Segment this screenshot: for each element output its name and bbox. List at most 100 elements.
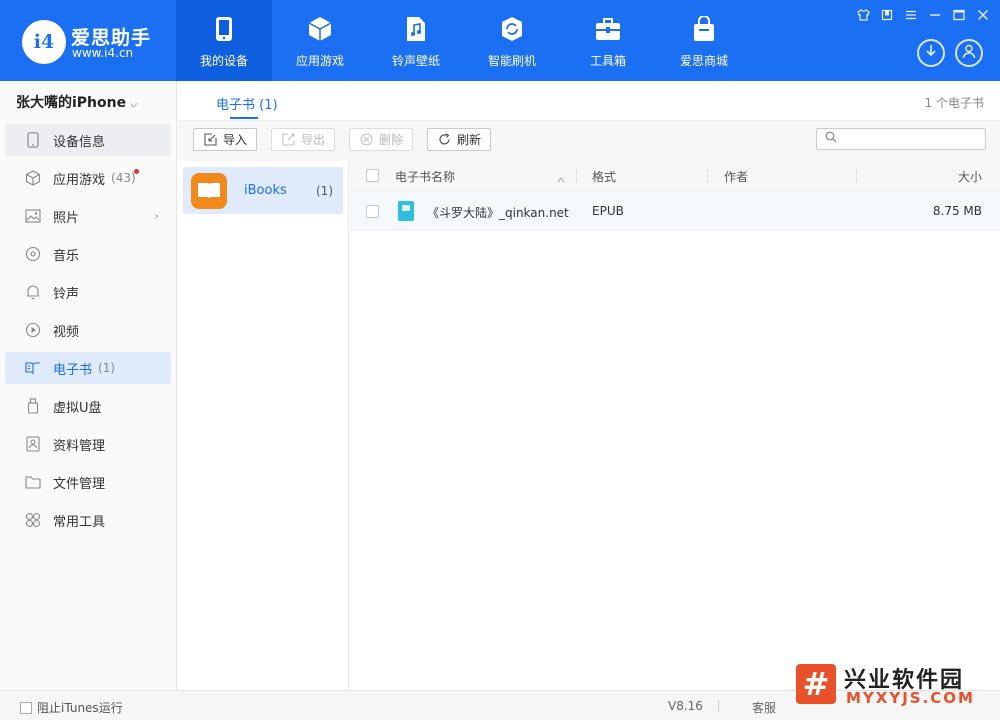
maximize-icon[interactable] [952, 8, 966, 22]
row-checkbox[interactable] [366, 205, 379, 218]
window-controls [856, 8, 990, 22]
sidebar: 张大嘴的iPhone ⌵ 设备信息 应用游戏 (43) 照片 › 音乐 铃声 视频 [0, 81, 177, 690]
phone-outline-icon [25, 132, 41, 148]
device-selector[interactable]: 张大嘴的iPhone ⌵ [16, 92, 138, 112]
cell-name: 《斗罗大陆》_qinkan.net [427, 206, 569, 220]
nav-label: 工具箱 [589, 54, 626, 68]
sidebar-item-label: 资料管理 [53, 438, 106, 454]
search-box[interactable] [816, 128, 986, 150]
nav-toolbox[interactable]: 工具箱 [560, 0, 656, 81]
sidebar-item-photos[interactable]: 照片 › [5, 200, 171, 232]
i4-logo: i4 [22, 20, 66, 64]
content-tabs: 电子书 (1) 1 个电子书 [178, 81, 1000, 121]
delete-button[interactable]: 删除 [349, 128, 414, 151]
sidebar-item-ebooks[interactable]: 电子书 (1) [5, 352, 171, 384]
shirt-icon[interactable] [856, 8, 870, 22]
column-header-name[interactable]: 电子书名称 [395, 168, 455, 185]
notification-dot [134, 169, 139, 174]
search-icon [825, 131, 837, 147]
nav-ringtones-wallpapers[interactable]: 铃声壁纸 [368, 0, 464, 81]
toolbox-icon [595, 16, 621, 42]
sidebar-item-ringtones[interactable]: 铃声 [5, 276, 171, 308]
nav-label: 智能刷机 [487, 54, 536, 68]
customer-service-link[interactable]: 客服 [752, 699, 776, 716]
refresh-button[interactable]: 刷新 [427, 128, 492, 151]
menu-icon[interactable] [904, 8, 918, 22]
sidebar-item-common-tools[interactable]: 常用工具 [5, 504, 171, 536]
nav-apps-games[interactable]: 应用游戏 [272, 0, 368, 81]
close-icon[interactable] [976, 8, 990, 22]
category-panel: iBooks (1) [178, 161, 349, 690]
delete-icon [359, 133, 373, 147]
nav-label: 铃声壁纸 [391, 54, 440, 68]
ebook-file-icon [398, 201, 414, 221]
sidebar-item-label: 视频 [53, 324, 80, 340]
sidebar-item-videos[interactable]: 视频 [5, 314, 171, 346]
category-item-ibooks[interactable]: iBooks (1) [183, 167, 343, 214]
ibooks-icon [191, 172, 227, 209]
cell-format: EPUB [592, 204, 624, 218]
ebook-count-label: 1 个电子书 [924, 96, 984, 110]
account-button[interactable] [955, 39, 983, 67]
usb-icon [25, 398, 41, 414]
nav-label: 我的设备 [199, 54, 248, 68]
sidebar-item-label: 常用工具 [53, 514, 106, 530]
watermark-en-text: MYXYJS.COM [846, 689, 975, 707]
select-all-checkbox[interactable] [366, 169, 379, 182]
download-icon [924, 44, 938, 62]
column-separator [707, 169, 708, 183]
sidebar-item-label: 电子书 [53, 362, 93, 378]
cell-size: 8.75 MB [932, 204, 982, 218]
column-header-author[interactable]: 作者 [724, 168, 748, 185]
search-input[interactable] [843, 132, 983, 146]
column-separator [856, 169, 857, 183]
download-button[interactable] [917, 39, 945, 67]
category-label: iBooks [244, 183, 287, 198]
sidebar-item-apps-games[interactable]: 应用游戏 (43) [5, 162, 171, 194]
phone-icon [211, 16, 237, 42]
play-circle-icon [25, 322, 41, 338]
site-watermark: # 兴业软件园 MYXYJS.COM [796, 662, 994, 708]
image-icon [25, 208, 41, 224]
grid-icon [25, 512, 41, 528]
sidebar-item-music[interactable]: 音乐 [5, 238, 171, 270]
table-row[interactable]: 《斗罗大陆》_qinkan.net EPUB 8.75 MB [350, 191, 1000, 231]
version-label: V8.16 [668, 699, 703, 713]
refresh-label: 刷新 [457, 133, 482, 147]
minimize-icon[interactable] [928, 8, 942, 22]
refresh-icon [437, 133, 451, 147]
music-disc-icon [25, 246, 41, 262]
status-separator [718, 700, 719, 712]
column-header-format[interactable]: 格式 [592, 168, 616, 185]
top-bar: i4 爱思助手 www.i4.cn 我的设备 应用游戏 铃声壁纸 智能刷机 工具… [0, 0, 1000, 81]
device-name: 张大嘴的iPhone [16, 95, 127, 111]
nav-smart-flash[interactable]: 智能刷机 [464, 0, 560, 81]
column-header-size[interactable]: 大小 [958, 168, 982, 185]
tab-ebooks[interactable]: 电子书 (1) [216, 94, 278, 113]
sidebar-item-data-management[interactable]: 资料管理 [5, 428, 171, 460]
pin-icon[interactable] [880, 8, 894, 22]
sidebar-item-count: (43) [111, 171, 136, 185]
watermark-logo-icon: # [796, 664, 836, 704]
contacts-icon [25, 436, 41, 452]
sidebar-item-file-management[interactable]: 文件管理 [5, 466, 171, 498]
sidebar-item-label: 虚拟U盘 [53, 400, 102, 416]
block-itunes-checkbox[interactable] [20, 701, 32, 714]
import-button[interactable]: 导入 [193, 128, 258, 151]
chevron-right-icon: › [154, 209, 159, 223]
sidebar-item-virtual-udisk[interactable]: 虚拟U盘 [5, 390, 171, 422]
block-itunes-toggle[interactable]: 阻止iTunes运行 [20, 699, 123, 716]
block-itunes-label: 阻止iTunes运行 [37, 701, 123, 715]
sidebar-list: 设备信息 应用游戏 (43) 照片 › 音乐 铃声 视频 电子书 (1) 虚拟U… [5, 124, 171, 542]
main-nav: 我的设备 应用游戏 铃声壁纸 智能刷机 工具箱 爱思商城 [176, 0, 752, 81]
nav-store[interactable]: 爱思商城 [656, 0, 752, 81]
table-header: 电子书名称 格式 作者 大小 [350, 161, 1000, 191]
export-button[interactable]: 导出 [271, 128, 336, 151]
sidebar-item-device-info[interactable]: 设备信息 [5, 124, 171, 156]
ebook-table: 电子书名称 格式 作者 大小 《斗罗大陆》_qinkan.net EPUB 8.… [350, 161, 1000, 231]
nav-my-device[interactable]: 我的设备 [176, 0, 272, 81]
sidebar-item-label: 设备信息 [53, 134, 106, 150]
logo-text: i4 [33, 31, 55, 53]
cube-outline-icon [25, 170, 41, 186]
delete-label: 删除 [379, 133, 404, 147]
